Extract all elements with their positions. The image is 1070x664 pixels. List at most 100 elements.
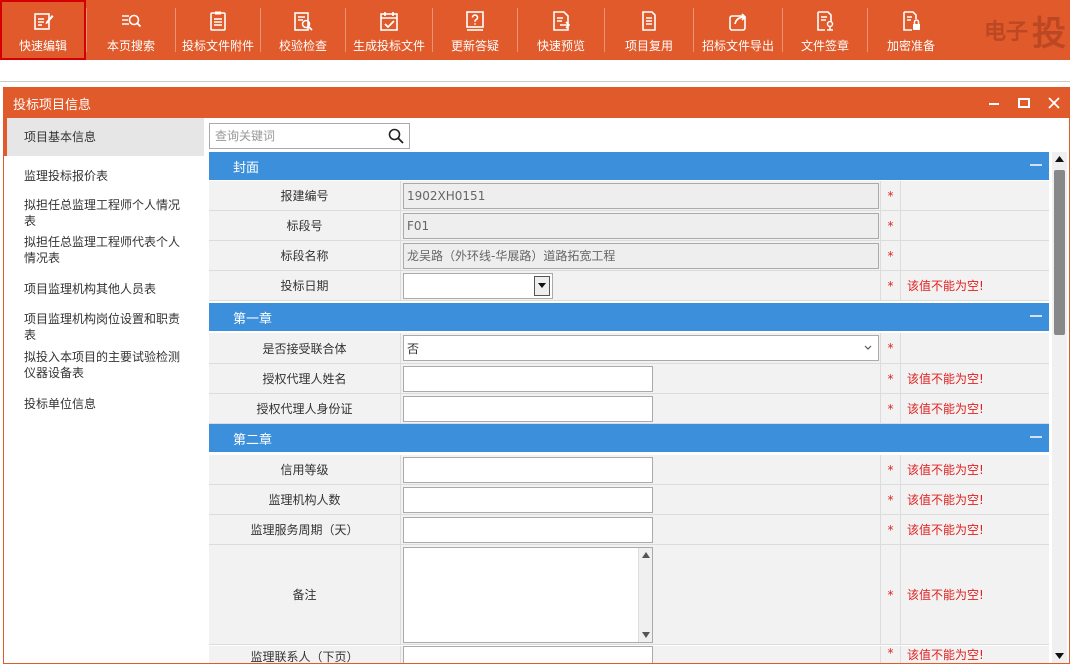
search-icon	[388, 128, 404, 144]
section-chapter2-header[interactable]: 第二章	[209, 424, 1049, 452]
field-label: 投标日期	[209, 271, 401, 300]
field-row-remarks: 备注 * 该值不能为空!	[209, 545, 1049, 645]
required-mark: *	[881, 271, 901, 300]
field-label: 监理服务周期（天）	[209, 515, 401, 544]
service-period-input[interactable]	[403, 516, 653, 543]
consortium-select[interactable]: 否	[403, 335, 879, 361]
section-title: 第一章	[233, 311, 273, 327]
quick-preview-button[interactable]: 快速预览	[518, 0, 604, 60]
watermark-small-text: 电子	[983, 19, 1028, 45]
field-row-partial: 监理联系人（下页） * 该值不能为空!	[209, 646, 1049, 663]
field-label: 标段号	[209, 211, 401, 240]
search-box	[209, 123, 410, 149]
section-title: 封面	[233, 160, 260, 176]
field-label: 备注	[209, 545, 401, 644]
scrollbar-thumb[interactable]	[1054, 170, 1065, 335]
field-label: 标段名称	[209, 241, 401, 270]
collapse-icon	[1030, 436, 1042, 438]
panel-header: 投标项目信息	[4, 88, 1069, 118]
section-cover-header[interactable]: 封面	[209, 152, 1049, 180]
field-label: 授权代理人身份证	[209, 394, 401, 423]
scroll-up-icon	[642, 551, 650, 558]
validate-check-button[interactable]: 校验检查	[261, 0, 345, 60]
error-message: 该值不能为空!	[907, 463, 984, 477]
form-area: 封面 报建编号 1902XH0151 * 标段号 F01 * 标段名称 龙吴路（…	[209, 152, 1049, 663]
main-toolbar: 快速编辑 本页搜索 投标文件附件 校验检查 生成投标文件 更新答疑 快速预览 项…	[0, 0, 1070, 60]
credit-input[interactable]	[403, 456, 653, 483]
agent-id-input[interactable]	[403, 395, 653, 422]
quick-edit-button[interactable]: 快速编辑	[0, 0, 86, 60]
sidebar-item-chief-representative[interactable]: 拟担任总监理工程师代表个人情况表	[4, 230, 204, 270]
file-sign-label: 文件签章	[800, 39, 849, 53]
lot-no-field: F01	[403, 212, 879, 239]
edit-icon	[31, 9, 55, 33]
maximize-icon	[1018, 98, 1030, 108]
generate-bid-file-label: 生成投标文件	[352, 39, 425, 53]
partial-input[interactable]	[403, 646, 653, 663]
field-row-staff-count: 监理机构人数 * 该值不能为空!	[209, 485, 1049, 515]
maximize-button[interactable]	[1009, 88, 1039, 118]
error-cell	[901, 241, 1049, 270]
file-sign-button[interactable]: 文件签章	[783, 0, 867, 60]
quick-preview-label: 快速预览	[536, 39, 585, 53]
field-row-agent-id: 授权代理人身份证 * 该值不能为空!	[209, 394, 1049, 424]
document-attachment-icon	[206, 9, 230, 33]
build-no-field: 1902XH0151	[403, 182, 879, 209]
page-search-button[interactable]: 本页搜索	[87, 0, 175, 60]
field-row-service-period: 监理服务周期（天） * 该值不能为空!	[209, 515, 1049, 545]
search-input[interactable]	[210, 125, 383, 147]
staff-count-input[interactable]	[403, 486, 653, 513]
encrypt-prepare-button[interactable]: 加密准备	[868, 0, 954, 60]
error-cell	[901, 211, 1049, 240]
field-label: 授权代理人姓名	[209, 364, 401, 393]
error-message: 该值不能为空!	[907, 279, 984, 293]
page-search-label: 本页搜索	[106, 39, 155, 53]
agent-name-input[interactable]	[403, 365, 653, 392]
sidebar-item-bidder-info[interactable]: 投标单位信息	[4, 384, 204, 424]
field-row-agent-name: 授权代理人姓名 * 该值不能为空!	[209, 364, 1049, 394]
bid-attachment-button[interactable]: 投标文件附件	[176, 0, 260, 60]
section-chapter1-header[interactable]: 第一章	[209, 303, 1049, 331]
chevron-down-icon	[864, 345, 872, 350]
field-label: 监理机构人数	[209, 485, 401, 514]
form-scrollbar[interactable]	[1052, 152, 1067, 663]
error-message: 该值不能为空!	[907, 648, 984, 662]
remarks-textarea[interactable]	[403, 546, 653, 643]
field-row-bid-date: 投标日期 * 该值不能为空!	[209, 271, 1049, 301]
error-message: 该值不能为空!	[907, 402, 984, 416]
sidebar-item-chief-engineer[interactable]: 拟担任总监理工程师个人情况表	[4, 196, 204, 230]
bid-date-field[interactable]	[403, 272, 553, 299]
close-button[interactable]	[1039, 88, 1069, 118]
sidebar-item-label: 监理投标报价表	[24, 169, 109, 183]
field-row-consortium: 是否接受联合体 否 *	[209, 333, 1049, 364]
sidebar-item-other-staff[interactable]: 项目监理机构其他人员表	[4, 270, 204, 308]
date-dropdown-button[interactable]	[534, 275, 550, 296]
required-mark: *	[881, 333, 901, 363]
field-label: 是否接受联合体	[209, 333, 401, 363]
collapse-icon	[1030, 315, 1042, 317]
sidebar-item-basic-info[interactable]: 项目基本信息	[4, 118, 204, 156]
export-tender-file-label: 招标文件导出	[701, 39, 774, 53]
search-button[interactable]	[383, 124, 409, 148]
textarea-scrollbar[interactable]	[638, 547, 652, 642]
generate-bid-file-button[interactable]: 生成投标文件	[346, 0, 432, 60]
field-row-lot-name: 标段名称 龙吴路（外环线-华展路）道路拓宽工程 *	[209, 241, 1049, 271]
error-message: 该值不能为空!	[907, 588, 984, 602]
generate-file-icon	[377, 9, 401, 33]
project-reuse-button[interactable]: 项目复用	[605, 0, 693, 60]
error-message: 该值不能为空!	[907, 493, 984, 507]
update-qa-button[interactable]: 更新答疑	[433, 0, 517, 60]
consortium-value: 否	[407, 341, 420, 356]
sidebar-item-positions[interactable]: 项目监理机构岗位设置和职责表	[4, 308, 204, 346]
sign-icon	[813, 9, 837, 33]
required-mark: *	[881, 545, 901, 644]
required-mark: *	[881, 181, 901, 210]
sidebar-item-equipment[interactable]: 拟投入本项目的主要试验检测仪器设备表	[4, 346, 204, 384]
minimize-button[interactable]	[979, 88, 1009, 118]
chevron-down-icon	[538, 282, 546, 288]
sidebar-item-label: 拟担任总监理工程师代表个人情况表	[24, 235, 181, 265]
search-list-icon	[119, 9, 143, 33]
sidebar-item-quote[interactable]: 监理投标报价表	[4, 156, 204, 196]
export-tender-file-button[interactable]: 招标文件导出	[694, 0, 782, 60]
required-mark: *	[881, 646, 901, 663]
